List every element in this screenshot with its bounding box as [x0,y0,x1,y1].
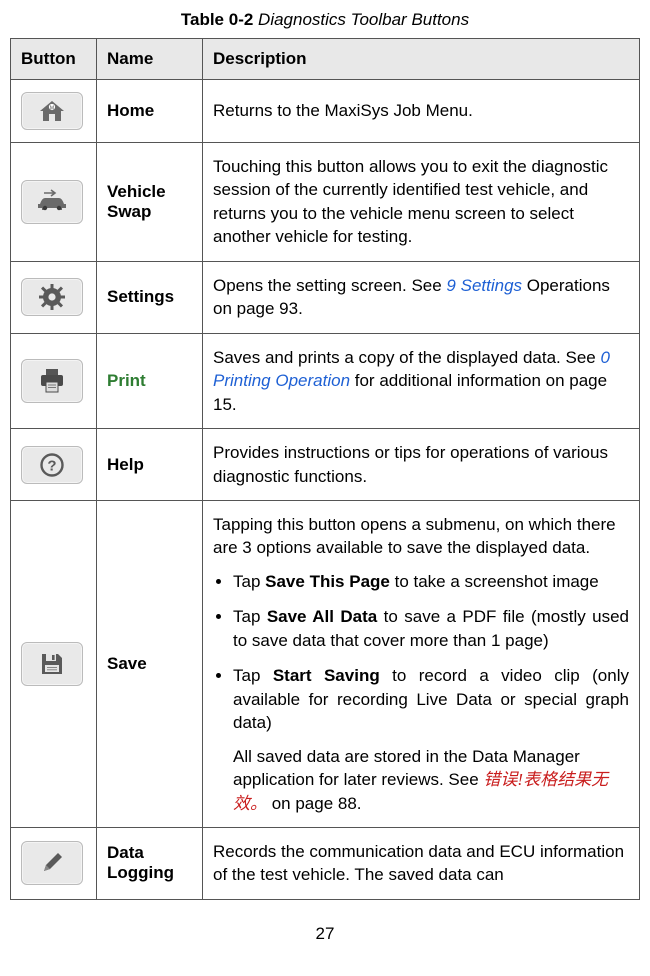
desc-cell-settings: Opens the setting screen. See 9 Settings… [203,261,640,333]
table-caption: Table 0-2 Diagnostics Toolbar Buttons [10,10,640,30]
button-cell-save [11,500,97,827]
diagnostics-toolbar-table: Button Name Description M Home Returns t… [10,38,640,900]
name-cell-print: Print [97,333,203,428]
header-name: Name [97,39,203,80]
help-icon: ? [21,446,83,484]
save-options-list: Tap Save This Page to take a screenshot … [213,570,629,735]
table-header-row: Button Name Description [11,39,640,80]
name-cell-settings: Settings [97,261,203,333]
home-icon: M [21,92,83,130]
save-this-page-label: Save This Page [265,572,390,591]
svg-text:?: ? [47,457,56,474]
desc-cell-print: Saves and prints a copy of the displayed… [203,333,640,428]
table-row: Data Logging Records the communication d… [11,827,640,899]
button-cell-print [11,333,97,428]
name-cell-home: Home [97,80,203,143]
save-after-text: All saved data are stored in the Data Ma… [213,745,629,815]
vehicle-swap-icon [21,180,83,224]
name-cell-data-logging: Data Logging [97,827,203,899]
desc-cell-help: Provides instructions or tips for operat… [203,429,640,501]
list-item: Tap Save All Data to save a PDF file (mo… [233,605,629,652]
save-all-data-label: Save All Data [267,607,377,626]
table-caption-title: Diagnostics Toolbar Buttons [258,10,469,29]
button-cell-settings [11,261,97,333]
table-row: M Home Returns to the MaxiSys Job Menu. [11,80,640,143]
button-cell-data-logging [11,827,97,899]
table-caption-label: Table 0-2 [181,10,253,29]
gear-icon [21,278,83,316]
desc-cell-vehicle-swap: Touching this button allows you to exit … [203,143,640,262]
list-item: Tap Save This Page to take a screenshot … [233,570,629,593]
table-row: ? Help Provides instructions or tips for… [11,429,640,501]
desc-cell-data-logging: Records the communication data and ECU i… [203,827,640,899]
table-row: Print Saves and prints a copy of the dis… [11,333,640,428]
name-cell-save: Save [97,500,203,827]
printer-icon [21,359,83,403]
settings-xref-link[interactable]: 9 Settings [446,276,522,295]
header-description: Description [203,39,640,80]
pencil-icon [21,841,83,885]
button-cell-vehicle-swap [11,143,97,262]
table-row: Settings Opens the setting screen. See 9… [11,261,640,333]
header-button: Button [11,39,97,80]
desc-cell-save: Tapping this button opens a submenu, on … [203,500,640,827]
svg-text:M: M [50,105,54,111]
list-item: Tap Start Saving to record a video clip … [233,664,629,734]
page-number: 27 [10,924,640,944]
name-cell-vehicle-swap: Vehicle Swap [97,143,203,262]
name-cell-help: Help [97,429,203,501]
button-cell-help: ? [11,429,97,501]
table-row: Vehicle Swap Touching this button allows… [11,143,640,262]
save-icon [21,642,83,686]
start-saving-label: Start Saving [273,666,380,685]
desc-cell-home: Returns to the MaxiSys Job Menu. [203,80,640,143]
button-cell-home: M [11,80,97,143]
table-row: Save Tapping this button opens a submenu… [11,500,640,827]
